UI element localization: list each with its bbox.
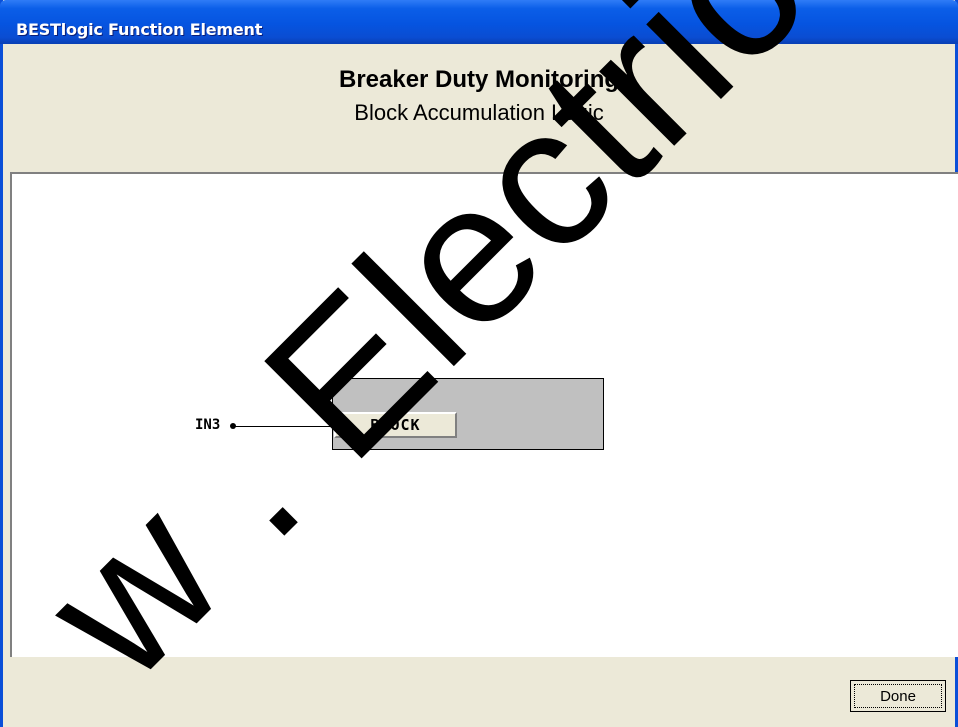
dialog-header: Breaker Duty Monitoring Block Accumulati… — [3, 44, 955, 170]
header-subtitle: Block Accumulation Logic — [354, 100, 604, 125]
title-bar[interactable]: BESTlogic Function Element — [0, 0, 958, 44]
block-input-button[interactable]: BLOCK — [334, 412, 457, 438]
logic-canvas: IN3 BLOCK — [10, 172, 958, 657]
logic-function-block: BLOCK — [332, 378, 604, 450]
input-signal-label: IN3 — [195, 417, 221, 433]
done-button[interactable]: Done — [850, 680, 946, 712]
window-title: BESTlogic Function Element — [16, 20, 263, 39]
done-button-label: Done — [854, 684, 942, 708]
connection-wire — [235, 426, 332, 427]
header-title: Breaker Duty Monitoring — [338, 66, 620, 93]
